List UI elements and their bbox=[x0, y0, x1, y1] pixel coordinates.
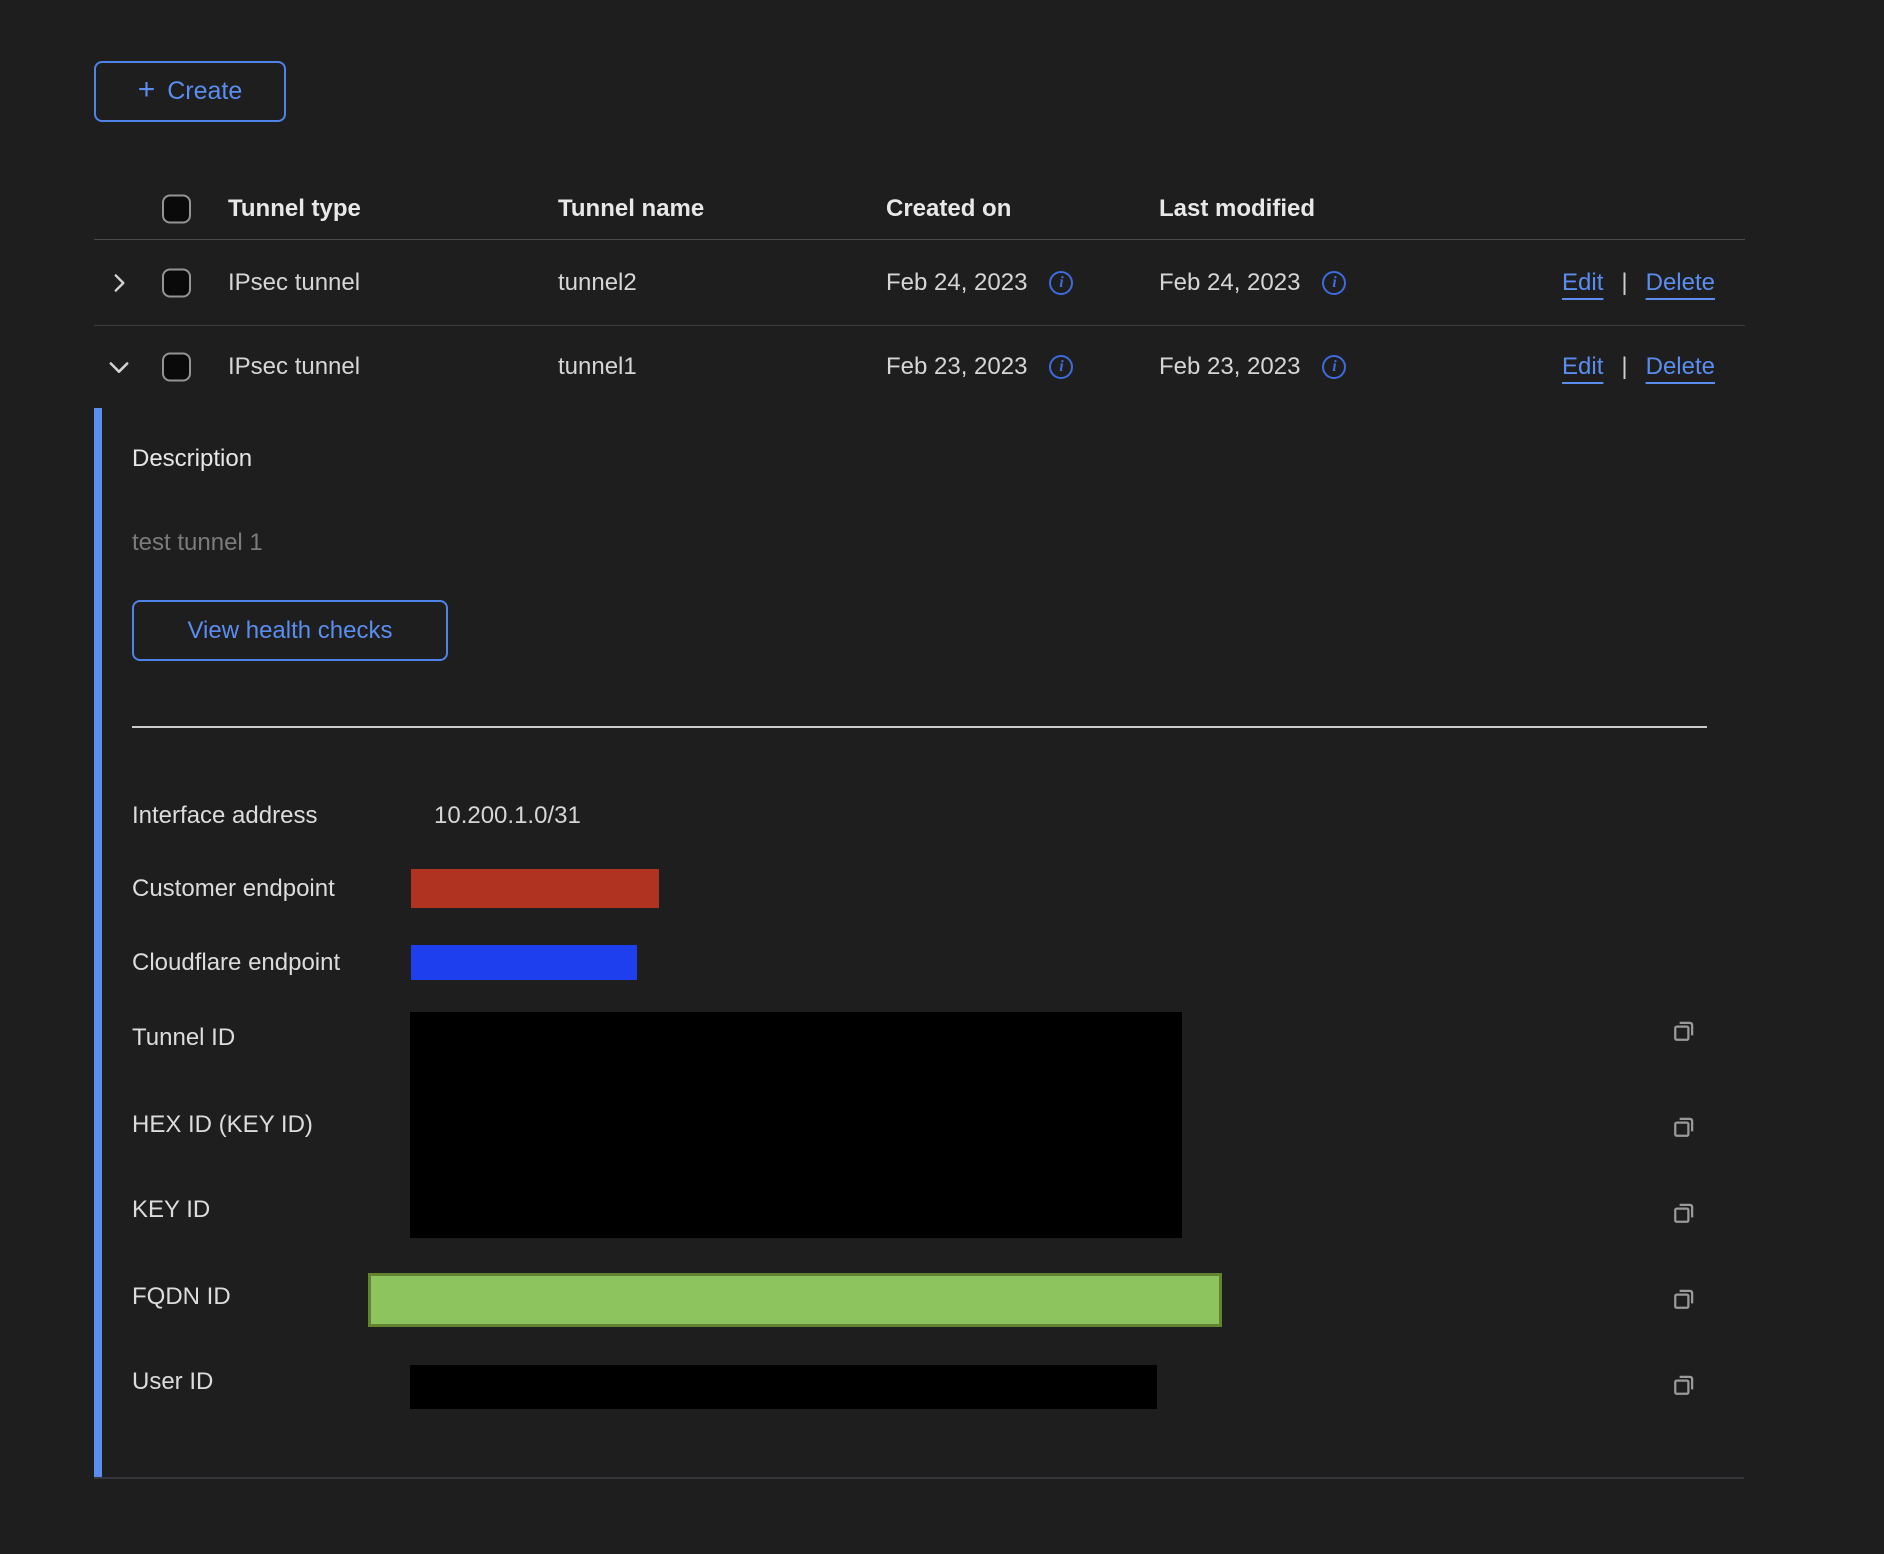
customer-endpoint-label: Customer endpoint bbox=[132, 875, 335, 903]
row-actions: Edit | Delete bbox=[1562, 353, 1715, 381]
created-on-value: Feb 23, 2023 bbox=[886, 353, 1027, 381]
header-tunnel-name: Tunnel name bbox=[558, 195, 704, 223]
action-separator: | bbox=[1621, 269, 1627, 297]
expanded-row-bottom-divider bbox=[94, 1477, 1744, 1479]
last-modified-cell: Feb 23, 2023 i bbox=[1159, 353, 1346, 381]
interface-address-value: 10.200.1.0/31 bbox=[434, 802, 581, 830]
copy-icon bbox=[1669, 1016, 1699, 1046]
copy-key-id-button[interactable] bbox=[1668, 1198, 1700, 1230]
table-row: IPsec tunnel tunnel2 Feb 24, 2023 i Feb … bbox=[94, 240, 1745, 326]
created-on-value: Feb 24, 2023 bbox=[886, 269, 1027, 297]
last-modified-cell: Feb 24, 2023 i bbox=[1159, 269, 1346, 297]
description-label: Description bbox=[132, 445, 252, 473]
action-separator: | bbox=[1621, 353, 1627, 381]
info-icon[interactable]: i bbox=[1049, 355, 1073, 379]
user-id-label: User ID bbox=[132, 1368, 213, 1396]
copy-icon bbox=[1669, 1370, 1699, 1400]
header-created-on: Created on bbox=[886, 195, 1011, 223]
last-modified-value: Feb 23, 2023 bbox=[1159, 353, 1300, 381]
delete-link[interactable]: Delete bbox=[1646, 353, 1715, 381]
header-last-modified: Last modified bbox=[1159, 195, 1315, 223]
copy-icon bbox=[1669, 1284, 1699, 1314]
copy-fqdn-id-button[interactable] bbox=[1668, 1284, 1700, 1316]
copy-hex-id-button[interactable] bbox=[1668, 1112, 1700, 1144]
ids-redacted-value bbox=[410, 1012, 1182, 1238]
collapse-row-button[interactable] bbox=[104, 352, 134, 382]
expanded-row-accent-bar bbox=[94, 408, 102, 1478]
tunnels-page: + Create Tunnel type Tunnel name Created… bbox=[0, 0, 1884, 1554]
last-modified-value: Feb 24, 2023 bbox=[1159, 269, 1300, 297]
tunnel-id-label: Tunnel ID bbox=[132, 1024, 235, 1052]
copy-user-id-button[interactable] bbox=[1668, 1370, 1700, 1402]
view-health-checks-button[interactable]: View health checks bbox=[132, 600, 448, 661]
row-actions: Edit | Delete bbox=[1562, 269, 1715, 297]
select-all-checkbox[interactable] bbox=[162, 195, 191, 224]
row-checkbox[interactable] bbox=[162, 268, 191, 297]
tunnel-type-cell: IPsec tunnel bbox=[228, 269, 360, 297]
create-button[interactable]: + Create bbox=[94, 61, 286, 122]
info-icon[interactable]: i bbox=[1322, 271, 1346, 295]
chevron-down-icon bbox=[105, 353, 133, 381]
key-id-label: KEY ID bbox=[132, 1196, 210, 1224]
table-header-row: Tunnel type Tunnel name Created on Last … bbox=[94, 179, 1745, 240]
cloudflare-endpoint-label: Cloudflare endpoint bbox=[132, 949, 340, 977]
fqdn-id-redacted-value bbox=[368, 1273, 1222, 1327]
plus-icon: + bbox=[138, 75, 156, 105]
copy-icon bbox=[1669, 1112, 1699, 1142]
description-value: test tunnel 1 bbox=[132, 529, 263, 557]
tunnel-name-cell: tunnel1 bbox=[558, 353, 637, 381]
row-checkbox[interactable] bbox=[162, 353, 191, 382]
chevron-right-icon bbox=[106, 270, 132, 296]
info-icon[interactable]: i bbox=[1049, 271, 1073, 295]
customer-endpoint-redacted-value bbox=[411, 869, 659, 908]
edit-link[interactable]: Edit bbox=[1562, 353, 1603, 381]
table-row: IPsec tunnel tunnel1 Feb 23, 2023 i Feb … bbox=[94, 326, 1745, 408]
interface-address-label: Interface address bbox=[132, 802, 317, 830]
edit-link[interactable]: Edit bbox=[1562, 269, 1603, 297]
fqdn-id-label: FQDN ID bbox=[132, 1283, 231, 1311]
delete-link[interactable]: Delete bbox=[1646, 269, 1715, 297]
copy-icon bbox=[1669, 1198, 1699, 1228]
tunnel-type-cell: IPsec tunnel bbox=[228, 353, 360, 381]
copy-tunnel-id-button[interactable] bbox=[1668, 1016, 1700, 1048]
expand-row-button[interactable] bbox=[104, 268, 134, 298]
user-id-redacted-value bbox=[410, 1365, 1157, 1409]
tunnel-name-cell: tunnel2 bbox=[558, 269, 637, 297]
header-tunnel-type: Tunnel type bbox=[228, 195, 361, 223]
created-on-cell: Feb 24, 2023 i bbox=[886, 269, 1073, 297]
info-icon[interactable]: i bbox=[1322, 355, 1346, 379]
hex-id-label: HEX ID (KEY ID) bbox=[132, 1111, 313, 1139]
create-button-label: Create bbox=[167, 77, 242, 106]
detail-divider bbox=[132, 726, 1707, 728]
created-on-cell: Feb 23, 2023 i bbox=[886, 353, 1073, 381]
cloudflare-endpoint-redacted-value bbox=[411, 945, 637, 980]
